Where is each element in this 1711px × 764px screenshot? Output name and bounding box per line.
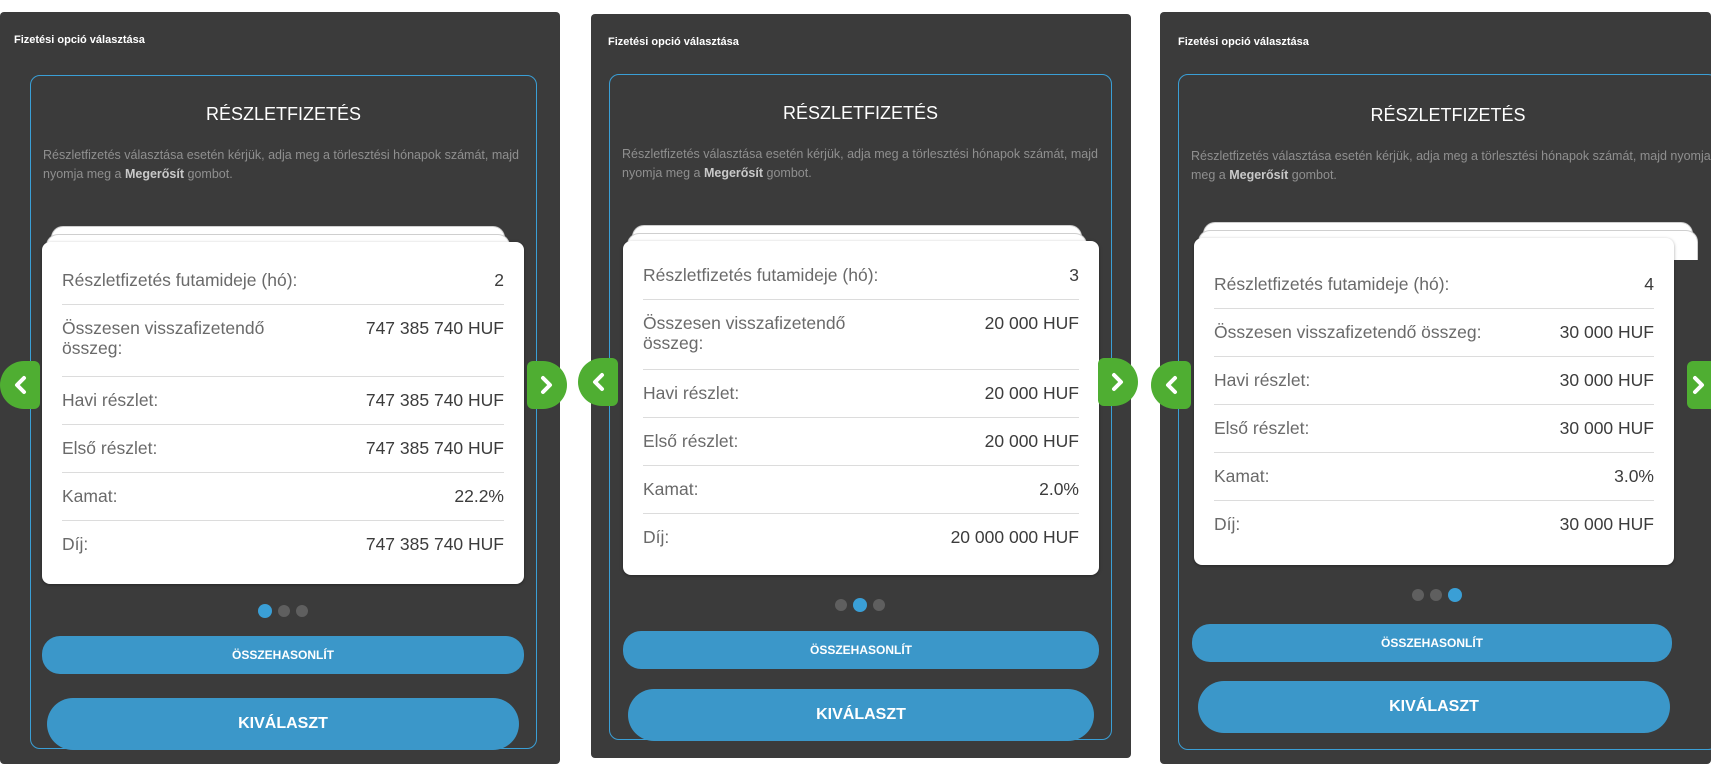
option-card: Részletfizetés futamideje (hó): 4 Összes… xyxy=(1194,238,1674,565)
prev-arrow[interactable] xyxy=(578,358,618,406)
row-fee: Díj: 20 000 000 HUF xyxy=(643,527,1079,547)
row-total: Összesen visszafizetendő összeg: 20 000 … xyxy=(643,313,1079,353)
select-button[interactable]: KIVÁLASZT xyxy=(1198,681,1670,733)
row-total: Összesen visszafizetendő összeg: 30 000 … xyxy=(1214,322,1654,342)
select-button[interactable]: KIVÁLASZT xyxy=(628,689,1094,741)
page-dot-2[interactable] xyxy=(853,598,867,612)
row-monthly: Havi részlet: 30 000 HUF xyxy=(1214,370,1654,390)
page-dot-2[interactable] xyxy=(278,605,290,617)
prev-arrow[interactable] xyxy=(0,361,40,409)
pagination-dots xyxy=(258,604,308,618)
next-arrow[interactable] xyxy=(1687,361,1711,409)
page-dot-1[interactable] xyxy=(1412,589,1424,601)
compare-button[interactable]: ÖSSZEHASONLÍT xyxy=(623,631,1099,669)
row-first: Első részlet: 20 000 HUF xyxy=(643,431,1079,451)
row-monthly: Havi részlet: 747 385 740 HUF xyxy=(62,390,504,410)
section-title: RÉSZLETFIZETÉS xyxy=(1370,105,1526,125)
pagination-dots xyxy=(835,598,885,612)
installment-frame: RÉSZLETFIZETÉS Részletfizetés választása… xyxy=(609,74,1112,741)
page-dot-2[interactable] xyxy=(1430,589,1442,601)
row-fee: Díj: 747 385 740 HUF xyxy=(62,534,504,554)
row-term: Részletfizetés futamideje (hó): 3 xyxy=(643,265,1079,285)
section-title: RÉSZLETFIZETÉS xyxy=(205,104,362,124)
description: Részletfizetés választása esetén kérjük,… xyxy=(1191,149,1711,182)
row-term: Részletfizetés futamideje (hó): 2 xyxy=(62,270,504,290)
payment-panel-1: Fizetési opció választása RÉSZLETFIZETÉS… xyxy=(0,12,567,764)
page-dot-3[interactable] xyxy=(873,599,885,611)
row-interest: Kamat: 3.0% xyxy=(1214,466,1654,486)
row-interest: Kamat: 22.2% xyxy=(62,486,504,506)
row-interest: Kamat: 2.0% xyxy=(643,479,1079,499)
panel-title: Fizetési opció választása xyxy=(14,34,145,46)
row-fee: Díj: 30 000 HUF xyxy=(1214,514,1654,534)
compare-button[interactable]: ÖSSZEHASONLÍT xyxy=(42,636,524,674)
compare-button[interactable]: ÖSSZEHASONLÍT xyxy=(1192,624,1672,662)
page-dot-1[interactable] xyxy=(258,604,272,618)
panel-title: Fizetési opció választása xyxy=(608,36,739,48)
section-title: RÉSZLETFIZETÉS xyxy=(782,103,939,123)
option-card: Részletfizetés futamideje (hó): 2 Összes… xyxy=(42,242,524,584)
pagination-dots xyxy=(1412,588,1462,602)
row-total: Összesen visszafizetendő összeg: 747 385… xyxy=(62,318,504,358)
chevron-right-icon xyxy=(1112,373,1123,391)
installment-frame: RÉSZLETFIZETÉS Részletfizetés választása… xyxy=(30,75,537,750)
payment-panel-3: Fizetési opció választása RÉSZLETFIZETÉS… xyxy=(1151,12,1711,764)
chevron-right-icon xyxy=(1693,376,1704,394)
row-first: Első részlet: 747 385 740 HUF xyxy=(62,438,504,458)
option-card: Részletfizetés futamideje (hó): 3 Összes… xyxy=(623,241,1099,575)
next-arrow[interactable] xyxy=(1098,358,1138,406)
panel-title: Fizetési opció választása xyxy=(1178,36,1309,48)
row-monthly: Havi részlet: 20 000 HUF xyxy=(643,383,1079,403)
next-arrow[interactable] xyxy=(527,361,567,409)
chevron-left-icon xyxy=(593,373,604,391)
description: Részletfizetés választása esetén kérjük,… xyxy=(622,147,1098,180)
chevron-left-icon xyxy=(1166,376,1177,394)
page-dot-3[interactable] xyxy=(1448,588,1462,602)
row-term: Részletfizetés futamideje (hó): 4 xyxy=(1214,274,1654,294)
prev-arrow[interactable] xyxy=(1151,361,1191,409)
installment-frame: RÉSZLETFIZETÉS Részletfizetés választása… xyxy=(1178,74,1711,750)
page-dot-1[interactable] xyxy=(835,599,847,611)
chevron-left-icon xyxy=(15,376,26,394)
chevron-right-icon xyxy=(541,376,552,394)
page-dot-3[interactable] xyxy=(296,605,308,617)
row-first: Első részlet: 30 000 HUF xyxy=(1214,418,1654,438)
select-button[interactable]: KIVÁLASZT xyxy=(47,698,519,750)
payment-panel-2: Fizetési opció választása RÉSZLETFIZETÉS… xyxy=(578,14,1138,758)
description: Részletfizetés választása esetén kérjük,… xyxy=(43,148,519,181)
